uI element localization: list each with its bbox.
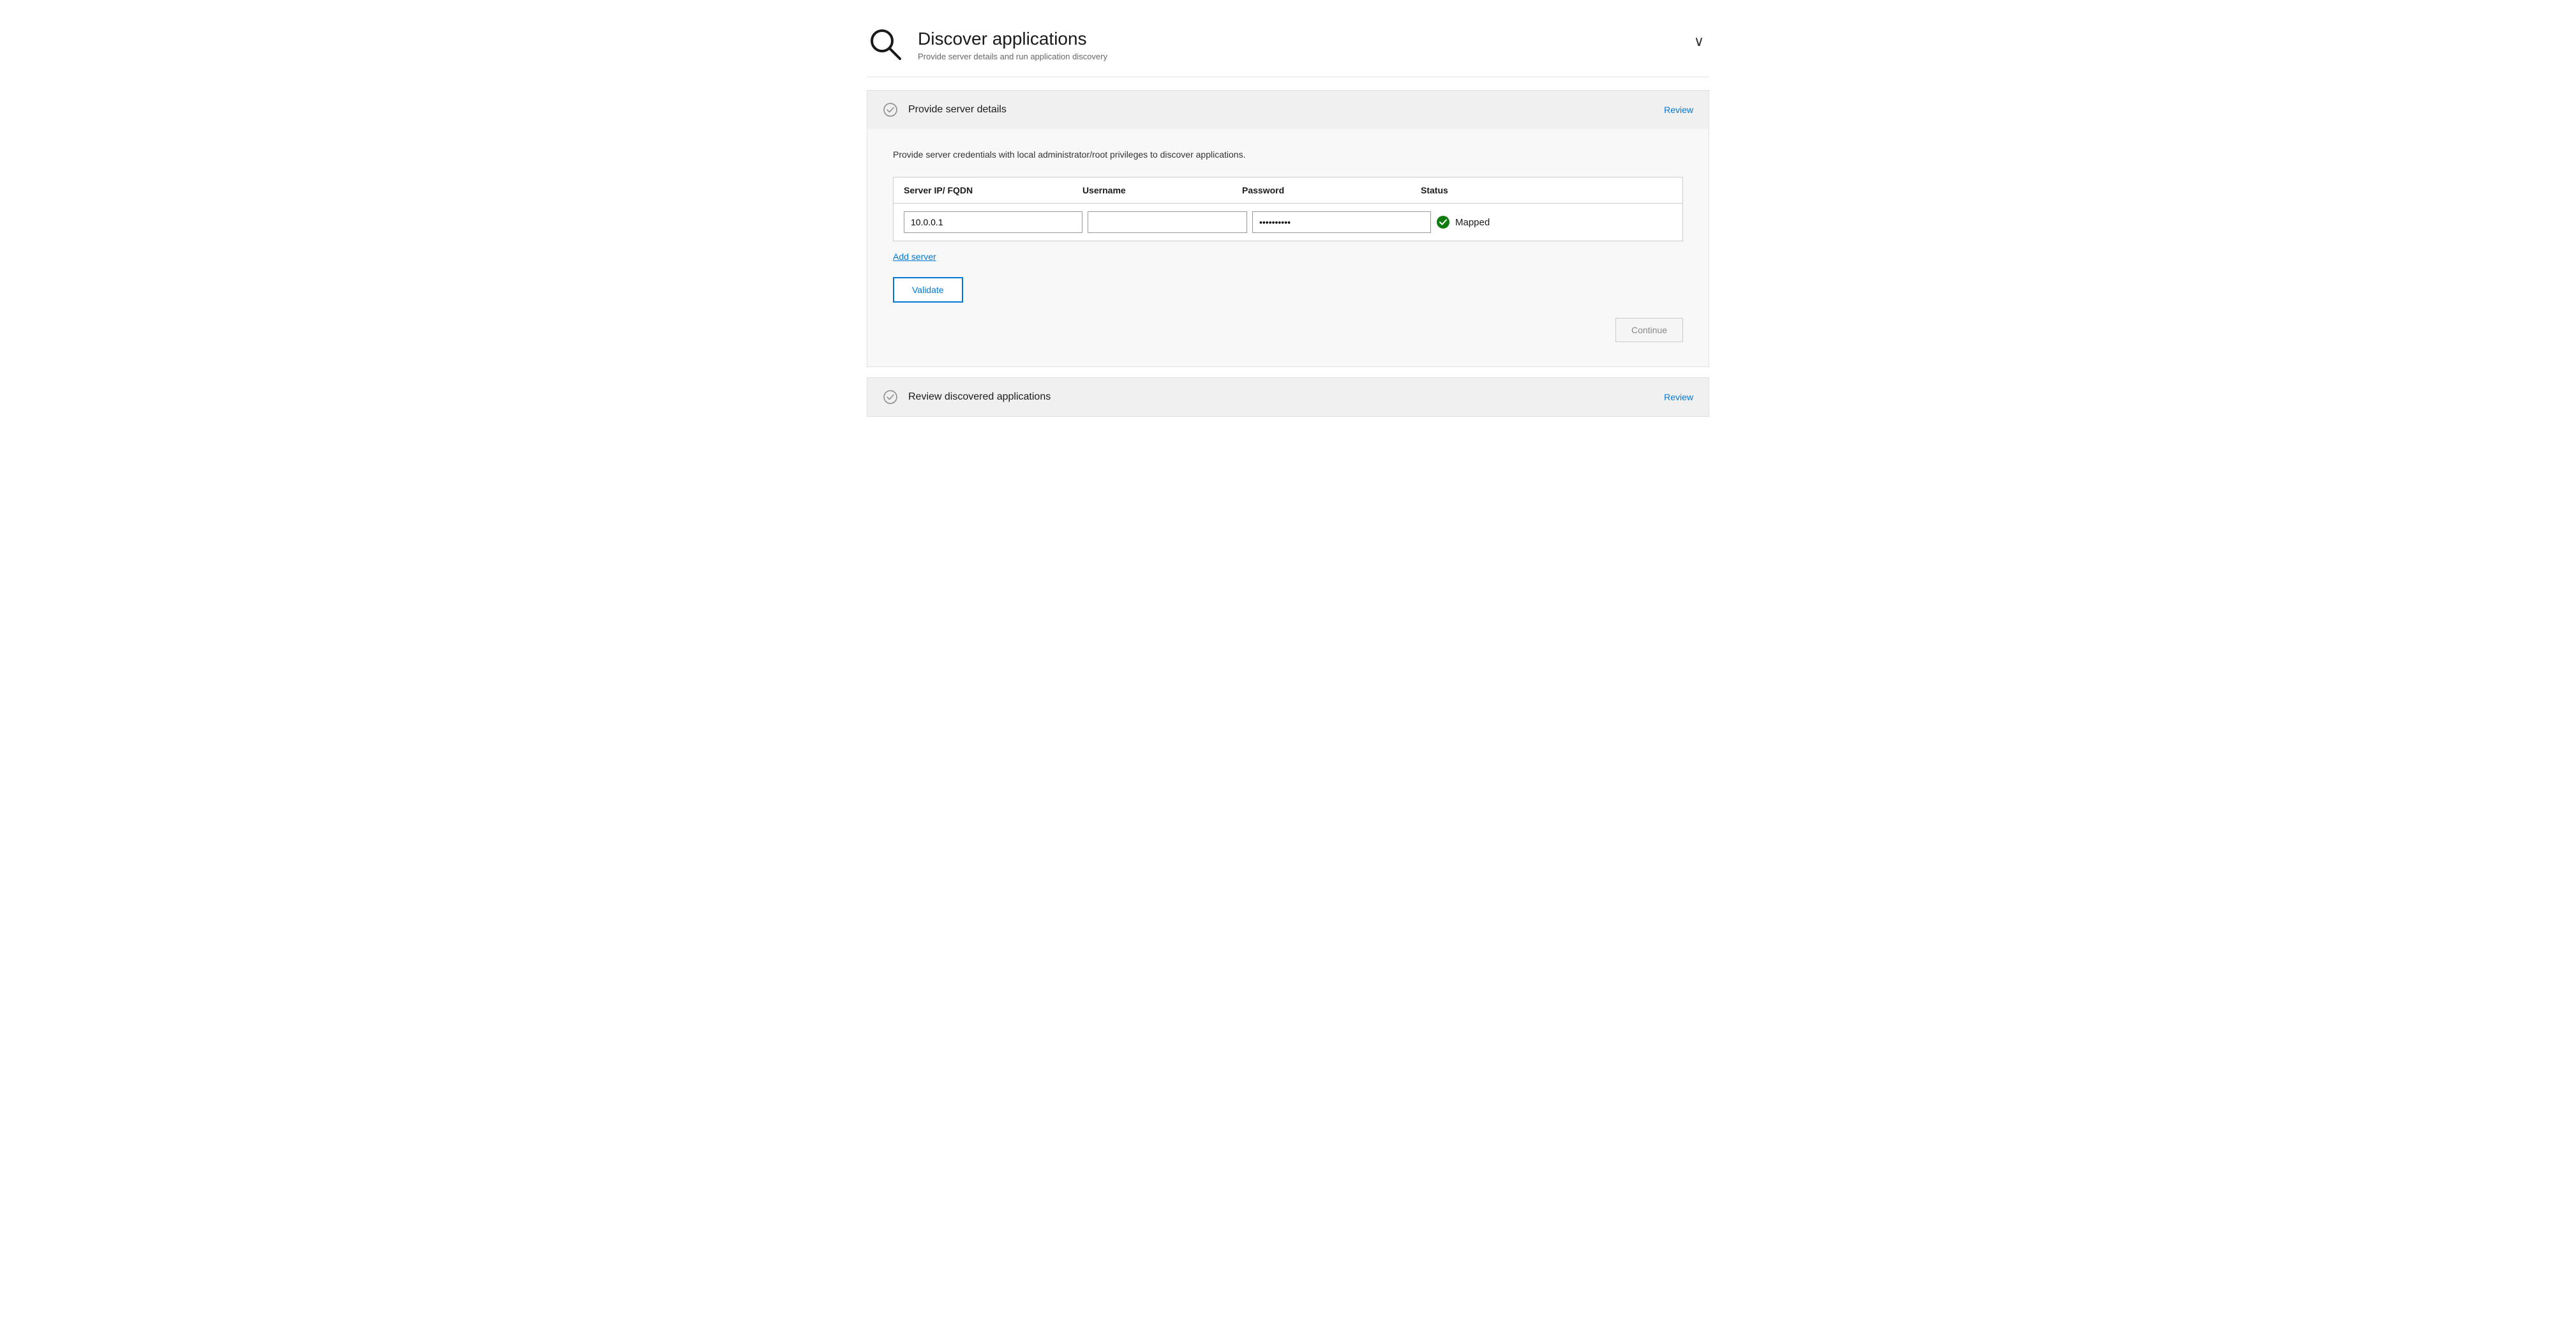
discover-icon: [867, 26, 905, 64]
section-body-provide-server: Provide server credentials with local ad…: [867, 129, 1709, 366]
status-mapped-icon: [1436, 215, 1450, 229]
status-label: Mapped: [1455, 217, 1490, 228]
validate-button[interactable]: Validate: [893, 277, 963, 303]
section-check-icon: [883, 102, 898, 117]
password-input[interactable]: [1252, 211, 1431, 233]
continue-button[interactable]: Continue: [1615, 318, 1683, 342]
continue-button-row: Continue: [893, 318, 1683, 347]
provide-server-review-link[interactable]: Review: [1664, 105, 1693, 115]
section-description: Provide server credentials with local ad…: [893, 148, 1683, 162]
status-cell: Mapped: [1436, 215, 1672, 229]
col-header-password: Password: [1242, 185, 1421, 195]
section-title-provide-server: Provide server details: [908, 104, 1007, 116]
server-table: Server IP/ FQDN Username Password Status: [893, 177, 1683, 241]
col-header-ip: Server IP/ FQDN: [904, 185, 1082, 195]
server-ip-input[interactable]: [904, 211, 1082, 233]
col-header-status: Status: [1421, 185, 1672, 195]
section-header-provide-server: Provide server details Review: [867, 91, 1709, 129]
provide-server-details-section: Provide server details Review Provide se…: [867, 90, 1709, 367]
review-discovered-section: Review discovered applications Review: [867, 377, 1709, 417]
page-subtitle: Provide server details and run applicati…: [918, 52, 1107, 61]
username-input[interactable]: [1088, 211, 1247, 233]
collapse-icon[interactable]: ∨: [1689, 28, 1709, 55]
add-server-link[interactable]: Add server: [893, 252, 936, 262]
section-header-review-discovered: Review discovered applications Review: [867, 378, 1709, 416]
section-title-review-discovered: Review discovered applications: [908, 391, 1051, 403]
page-header: Discover applications Provide server det…: [867, 13, 1709, 77]
table-row: Mapped: [894, 204, 1682, 241]
section-check-icon-2: [883, 389, 898, 405]
col-header-username: Username: [1082, 185, 1242, 195]
table-header-row: Server IP/ FQDN Username Password Status: [894, 177, 1682, 204]
page-title: Discover applications: [918, 28, 1107, 50]
review-discovered-review-link[interactable]: Review: [1664, 392, 1693, 402]
